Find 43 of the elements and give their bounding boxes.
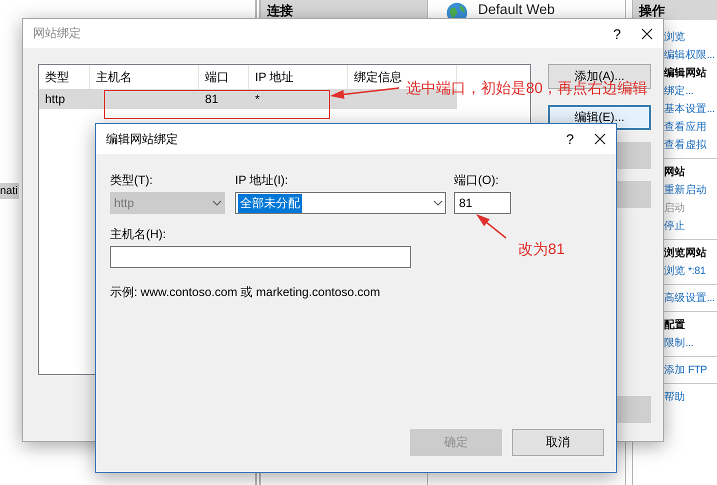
action-link[interactable]: 帮助: [664, 391, 686, 403]
action-link[interactable]: 停止: [664, 220, 686, 232]
section-header: 网站: [664, 166, 686, 178]
action-link[interactable]: 浏览: [664, 31, 686, 43]
action-link[interactable]: 查看应用: [664, 121, 707, 133]
dialog-button[interactable]: 取消: [512, 429, 604, 456]
caret-icon: [433, 200, 443, 206]
ip-dropdown[interactable]: 全部未分配: [235, 192, 446, 214]
action-link[interactable]: 添加 FTP: [664, 364, 707, 376]
help-button[interactable]: ?: [603, 26, 631, 42]
action-link[interactable]: 浏览 *:81: [664, 265, 706, 277]
field-label: IP 地址(I):: [235, 172, 290, 187]
close-icon[interactable]: [641, 28, 653, 40]
action-link[interactable]: 重新启动: [664, 184, 707, 196]
table-cell-text: 81: [204, 91, 220, 108]
annotation-arrow: [330, 87, 400, 99]
table-cell-text: http: [44, 91, 66, 108]
example-text: 示例: www.contoso.com 或 marketing.contoso.com: [110, 284, 382, 301]
help-button[interactable]: ?: [556, 131, 584, 147]
section-header: 浏览网站: [664, 247, 707, 259]
field-label: 类型(T):: [110, 172, 154, 187]
port-field[interactable]: 81: [454, 192, 511, 214]
close-icon[interactable]: [594, 133, 606, 145]
action-link[interactable]: 限制...: [664, 337, 694, 349]
panel-header: 操作: [633, 0, 717, 20]
table-cell-text: *: [254, 91, 261, 108]
action-link[interactable]: 基本设置...: [664, 103, 715, 115]
annotation-text: 改为81: [518, 240, 565, 259]
action-link[interactable]: 绑定...: [664, 85, 694, 97]
field-label: 主机名(H):: [110, 226, 167, 241]
tree-item[interactable]: nati: [0, 183, 19, 199]
section-header: 配置: [664, 319, 686, 331]
caret-icon: [212, 200, 222, 206]
window-title: 编辑网站绑定: [106, 130, 179, 148]
field-label: 端口(O):: [454, 172, 500, 187]
action-link[interactable]: 编辑权限...: [664, 49, 715, 61]
action-link[interactable]: 查看虚拟: [664, 139, 707, 151]
site-title: Default Web: [478, 1, 555, 17]
annotation-arrow: [476, 214, 506, 239]
window-title: 网站绑定: [33, 25, 82, 42]
section-header: 编辑网站: [664, 67, 707, 79]
host-field[interactable]: [110, 246, 411, 268]
action-link[interactable]: 高级设置...: [664, 292, 715, 304]
